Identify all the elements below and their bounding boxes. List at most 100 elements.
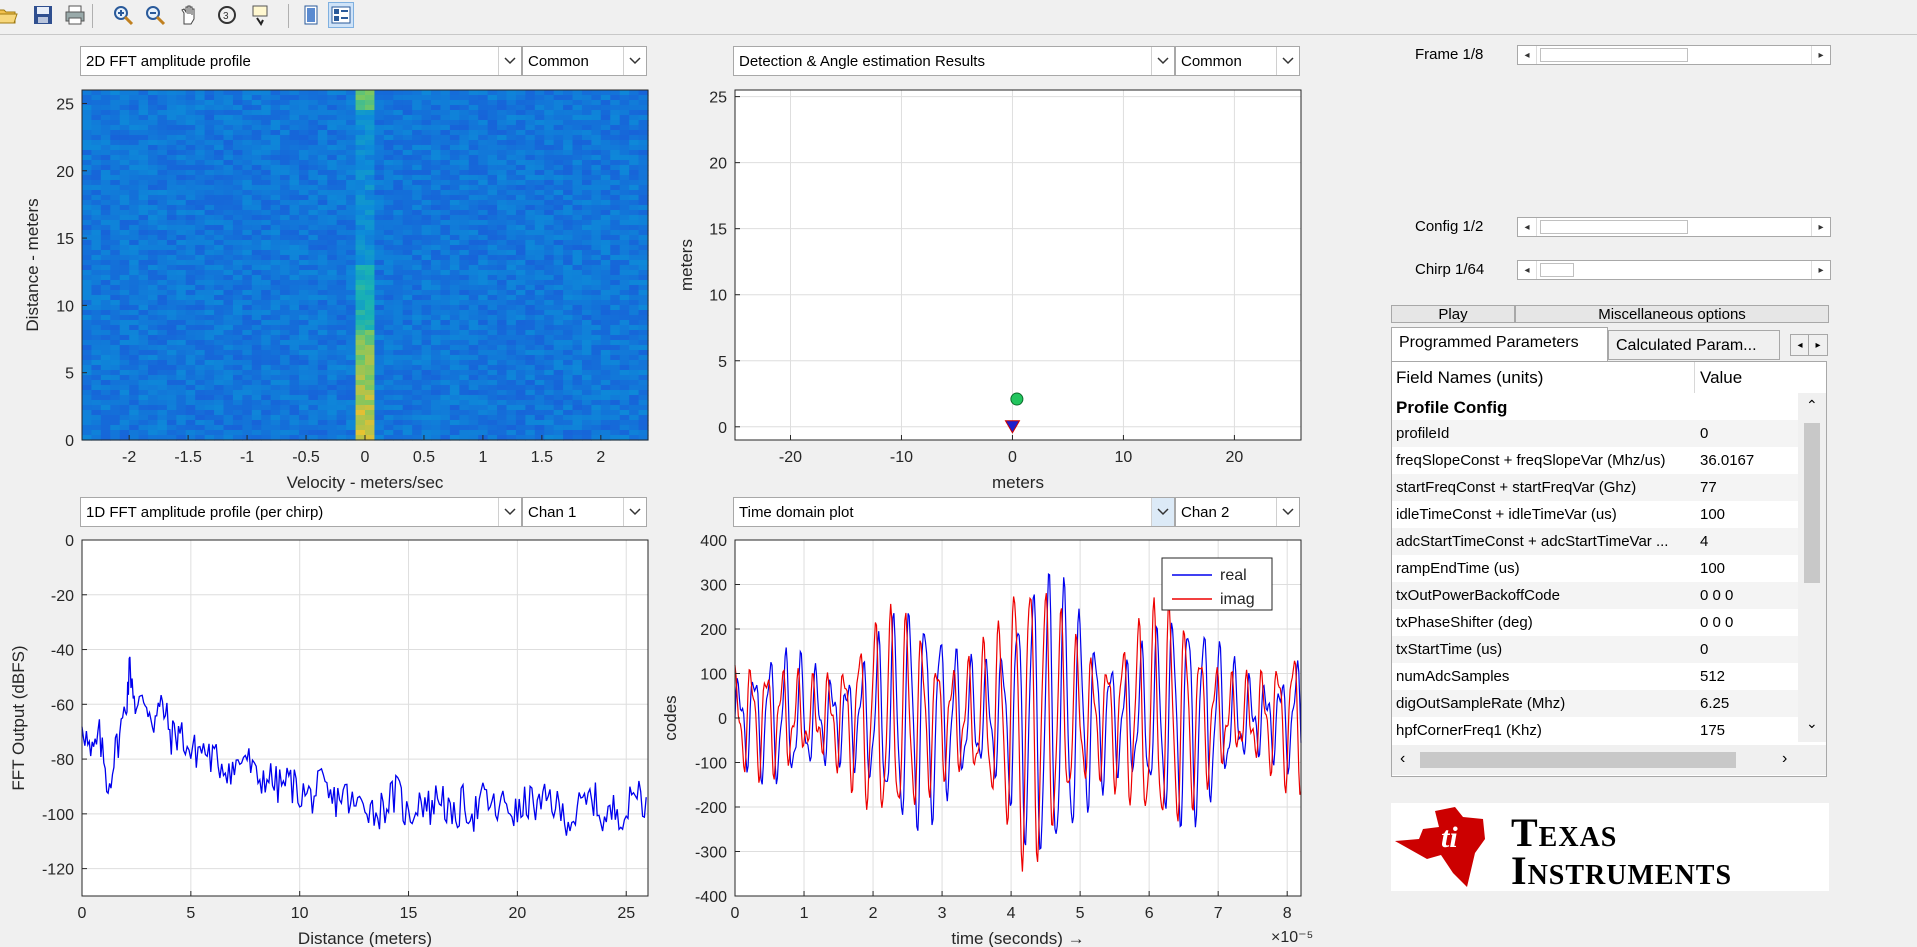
heatmap-cell [195, 425, 206, 431]
heatmap-cell [534, 135, 545, 141]
heatmap-cell [327, 200, 338, 206]
plot-type-dropdown-1[interactable]: 2D FFT amplitude profile [80, 46, 522, 76]
heatmap-cell [365, 135, 376, 141]
field-name-cell: txStartTime (us) [1396, 641, 1503, 658]
data-cursor-icon[interactable] [250, 2, 276, 28]
heatmap-cell [176, 145, 187, 151]
time-domain-line-plot[interactable]: 0 1 2 3 4 5 6 7 8 400 300 200 100 0 -100 -200 -300 -400 ti… [660, 530, 1320, 947]
zoom-out-icon[interactable] [142, 2, 168, 28]
heatmap-cell [214, 280, 225, 286]
heatmap-cell [157, 375, 168, 381]
misc-options-button[interactable]: Miscellaneous options [1515, 305, 1829, 323]
scroll-up-icon[interactable]: ⌃ [1806, 397, 1818, 414]
heatmap-cell [317, 265, 328, 271]
heatmap-cell [119, 430, 130, 436]
tab-scroll-right-icon[interactable]: ▸ [1808, 334, 1828, 356]
heatmap-cell [440, 170, 451, 176]
table-row[interactable]: idleTimeConst + idleTimeVar (us) 100 [1392, 501, 1798, 528]
vertical-scrollbar[interactable]: ⌃ ⌄ [1798, 393, 1826, 742]
channel-dropdown-3[interactable]: Chan 1 [522, 497, 647, 527]
save-icon[interactable] [30, 2, 56, 28]
channel-dropdown-1[interactable]: Common [522, 46, 647, 76]
heatmap-cell [100, 245, 111, 251]
heatmap-cell [619, 240, 630, 246]
chirp-slider[interactable]: ◂ ▸ [1517, 260, 1831, 280]
heatmap-cell [449, 145, 460, 151]
heatmap-cell [261, 310, 272, 316]
scroll-thumb[interactable] [1420, 752, 1736, 768]
tab-programmed-parameters[interactable]: Programmed Parameters [1391, 327, 1608, 361]
show-plot-tools-icon[interactable] [328, 2, 354, 28]
heatmap-cell [100, 350, 111, 356]
frame-slider[interactable]: ◂ ▸ [1517, 45, 1831, 65]
table-row[interactable]: rampEndTime (us) 100 [1392, 555, 1798, 582]
scroll-left-icon[interactable]: ‹ [1400, 750, 1405, 768]
heatmap-cell [82, 100, 93, 106]
play-button[interactable]: Play [1391, 305, 1515, 323]
table-row[interactable]: hpfCornerFreq1 (Khz) 175 [1392, 717, 1798, 744]
table-row[interactable]: txPhaseShifter (deg) 0 0 0 [1392, 609, 1798, 636]
scroll-right-icon[interactable]: › [1782, 750, 1787, 768]
heatmap-cell [619, 315, 630, 321]
plot-type-dropdown-2[interactable]: Detection & Angle estimation Results [733, 46, 1175, 76]
legend-label: real [1220, 567, 1247, 584]
table-row[interactable]: Profile Config [1392, 393, 1798, 420]
heatmap-cell [82, 340, 93, 346]
heatmap-cell [365, 125, 376, 131]
table-row[interactable]: profileId 0 [1392, 420, 1798, 447]
heatmap-cell [214, 325, 225, 331]
heatmap-cell [138, 250, 149, 256]
tab-scroll-left-icon[interactable]: ◂ [1790, 334, 1810, 356]
heatmap-cell [459, 90, 470, 96]
heatmap-cell [355, 205, 366, 211]
horizontal-scrollbar[interactable]: ‹ › [1392, 745, 1826, 775]
scroll-right-icon[interactable]: ▸ [1811, 46, 1830, 64]
heatmap-cell [383, 150, 394, 156]
heatmap-cell [431, 135, 442, 141]
scroll-left-icon[interactable]: ◂ [1518, 218, 1537, 236]
zoom-in-icon[interactable] [110, 2, 136, 28]
plot-type-dropdown-3[interactable]: 1D FFT amplitude profile (per chirp) [80, 497, 522, 527]
heatmap-cell [525, 375, 536, 381]
table-row[interactable]: txOutPowerBackoffCode 0 0 0 [1392, 582, 1798, 609]
channel-dropdown-4[interactable]: Chan 2 [1175, 497, 1300, 527]
table-row[interactable]: digOutSampleRate (Mhz) 6.25 [1392, 690, 1798, 717]
slider-thumb[interactable] [1540, 220, 1688, 234]
heatmap-cell [374, 405, 385, 411]
heatmap-cell [346, 400, 357, 406]
heatmap-cell [317, 150, 328, 156]
config-slider[interactable]: ◂ ▸ [1517, 217, 1831, 237]
scroll-left-icon[interactable]: ◂ [1518, 261, 1537, 279]
tab-calculated-parameters[interactable]: Calculated Param... [1608, 330, 1780, 360]
scroll-down-icon[interactable]: ⌄ [1806, 715, 1818, 732]
table-row[interactable]: startFreqConst + startFreqVar (Ghz) 77 [1392, 474, 1798, 501]
heatmap-cell [421, 400, 432, 406]
heatmap-cell [355, 385, 366, 391]
channel-dropdown-2[interactable]: Common [1175, 46, 1300, 76]
heatmap-cell [421, 105, 432, 111]
heatmap-cell [91, 360, 102, 366]
pan-icon[interactable] [176, 2, 202, 28]
slider-thumb[interactable] [1540, 48, 1688, 62]
print-icon[interactable] [62, 2, 88, 28]
table-row[interactable]: numAdcSamples 512 [1392, 663, 1798, 690]
heatmap-cell [214, 265, 225, 271]
heatmap-cell [600, 125, 611, 131]
table-row[interactable]: freqSlopeConst + freqSlopeVar (Mhz/us) 36… [1392, 447, 1798, 474]
detection-scatter-plot[interactable]: -20 -10 0 10 20 0 5 10 15 20 25 meters meters [660, 80, 1320, 500]
heatmap-cell [195, 340, 206, 346]
table-row[interactable]: txStartTime (us) 0 [1392, 636, 1798, 663]
range-profile-line-plot[interactable]: 0 5 10 15 20 25 0 -20 -40 -60 -80 -100 -120 Distance … [0, 530, 660, 947]
slider-thumb[interactable] [1540, 263, 1574, 277]
open-icon[interactable] [0, 2, 20, 28]
scroll-left-icon[interactable]: ◂ [1518, 46, 1537, 64]
plot-type-dropdown-4[interactable]: Time domain plot [733, 497, 1175, 527]
hide-plot-tools-icon[interactable] [298, 2, 324, 28]
scroll-right-icon[interactable]: ▸ [1811, 261, 1830, 279]
scroll-right-icon[interactable]: ▸ [1811, 218, 1830, 236]
heatmap-cell [148, 165, 159, 171]
scroll-thumb[interactable] [1804, 423, 1820, 583]
range-doppler-heatmap[interactable]: -2 -1.5 -1 -0.5 0 0.5 1 1.5 2 0 5 10 15 20 25 Velocity … [0, 80, 660, 500]
table-row[interactable]: adcStartTimeConst + adcStartTimeVar ... 4 [1392, 528, 1798, 555]
rotate-3d-icon[interactable]: 3 [214, 2, 240, 28]
